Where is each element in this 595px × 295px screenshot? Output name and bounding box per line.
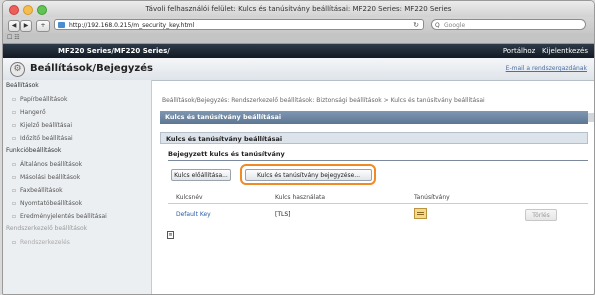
delete-button[interactable]: Törlés (525, 209, 557, 221)
back-button[interactable]: ◀ (8, 20, 20, 32)
product-name: MF220 Series/MF220 Series/ (58, 47, 170, 55)
page-header: ⚙ Beállítások/Bejegyzés E-mail a rendsze… (3, 58, 594, 81)
generate-key-button[interactable]: Kulcs előállítása... (171, 169, 231, 181)
search-placeholder: Google (444, 22, 466, 29)
browser-window: Távoli felhasználói felület: Kulcs és ta… (2, 0, 595, 295)
breadcrumb: Beállítások/Bejegyzés: Rendszerkezelő be… (162, 97, 485, 104)
panel-title-bar: Kulcs és tanúsítvány beállításai (160, 111, 594, 124)
search-input[interactable]: Q Google (431, 19, 586, 30)
key-use-value: [TLS] (275, 211, 291, 218)
main-content: Beállítások/Bejegyzés: Rendszerkezelő be… (152, 80, 594, 294)
forward-button[interactable]: ▶ (20, 20, 32, 32)
maximize-window-button[interactable] (37, 5, 47, 15)
sidebar-item-paper-settings[interactable]: Papírbeállítások (3, 93, 151, 106)
sidebar-item-timer-settings[interactable]: Időzítő beállításai (3, 132, 151, 145)
header-links: Portálhoz Kijelentkezés (503, 44, 588, 58)
title-bar: Távoli felhasználói felület: Kulcs és ta… (3, 1, 594, 17)
logout-link[interactable]: Kijelentkezés (542, 47, 588, 55)
panel-title: Kulcs és tanúsítvány beállításai (165, 113, 282, 121)
sidebar-item-general-settings[interactable]: Általános beállítások (3, 158, 151, 171)
window-title: Távoli felhasználói felület: Kulcs és ta… (145, 5, 452, 13)
column-header-key-use: Kulcs használata (275, 194, 326, 201)
sidebar-item-fax-settings[interactable]: Faxbeállítások (3, 184, 151, 197)
address-bar-url: http://192.168.0.215/m_security_key.html (69, 22, 195, 29)
section-title: Kulcs és tanúsítvány beállításai (160, 132, 588, 144)
sidebar-group-system-management: Rendszerkezelő beállítások (6, 225, 88, 232)
panel-tab-icon (588, 113, 594, 122)
email-admin-link[interactable]: E-mail a rendszergazdának (506, 65, 587, 72)
product-bar: MF220 Series/MF220 Series/ Portálhoz Kij… (3, 44, 594, 58)
key-name-link[interactable]: Default Key (176, 211, 211, 218)
table-header: Kulcsnév Kulcs használata Tanúsítvány (168, 192, 588, 204)
sidebar-group-settings: Beállítások (6, 82, 39, 89)
window-controls (9, 5, 47, 15)
sidebar-group-function-settings: Funkcióbeállítások (6, 147, 62, 154)
address-bar[interactable]: http://192.168.0.215/m_security_key.html… (54, 19, 424, 30)
close-window-button[interactable] (9, 5, 19, 15)
divider (168, 160, 588, 161)
sidebar-item-volume[interactable]: Hangerő (3, 106, 151, 119)
sidebar-item-display-settings[interactable]: Kijelző beállításai (3, 119, 151, 132)
sidebar-item-system-management[interactable]: Rendszerkezelés (3, 236, 151, 249)
search-icon: Q (435, 22, 440, 29)
sidebar-item-report-settings[interactable]: Eredményjelentés beállításai (3, 210, 151, 223)
column-header-key-name: Kulcsnév (176, 194, 203, 201)
column-header-certificate: Tanúsítvány (414, 194, 450, 201)
page-list-icon[interactable]: ≡ (167, 231, 174, 239)
add-bookmark-button[interactable]: + (36, 20, 50, 32)
certificate-icon[interactable] (414, 208, 427, 219)
registered-key-title: Bejegyzett kulcs és tanúsítvány (168, 150, 285, 158)
browser-toolbar: ◀ ▶ + http://192.168.0.215/m_security_ke… (3, 17, 594, 33)
portal-link[interactable]: Portálhoz (503, 47, 536, 55)
sidebar: Beállítások Papírbeállítások Hangerő Kij… (3, 80, 152, 294)
highlight-callout (240, 164, 376, 185)
site-favicon-icon (58, 22, 65, 28)
bookmarks-bar: ☐ ☷ (3, 33, 594, 44)
reload-icon[interactable]: ↻ (413, 20, 419, 31)
settings-gear-icon: ⚙ (10, 62, 25, 77)
bookmarks-icons[interactable]: ☐ ☷ (7, 34, 20, 41)
sidebar-item-printer-settings[interactable]: Nyomtatóbeállítások (3, 197, 151, 210)
minimize-window-button[interactable] (23, 5, 33, 15)
sidebar-item-copy-settings[interactable]: Másolási beállítások (3, 171, 151, 184)
page-title: Beállítások/Bejegyzés (30, 63, 153, 74)
table-row: Default Key [TLS] Törlés (168, 204, 588, 226)
